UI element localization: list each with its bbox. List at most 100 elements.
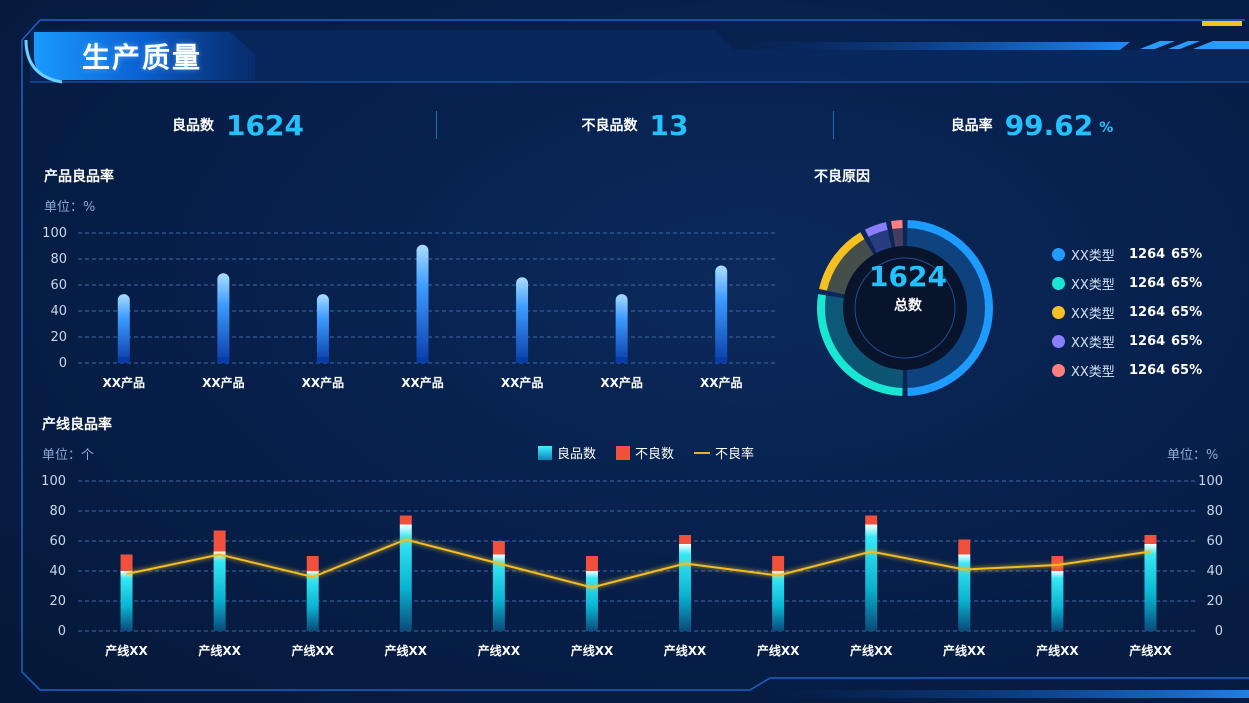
- bar: [217, 273, 230, 363]
- defect-legend-item[interactable]: XX类型 1264 65%: [1052, 356, 1202, 385]
- bar: [615, 294, 628, 363]
- legend-count: 1264: [1129, 334, 1166, 349]
- bar-defect: [492, 541, 505, 555]
- y2-tick-label: 40: [1206, 564, 1223, 579]
- bar-defect: [679, 535, 692, 544]
- x-tick-label: 产线XX: [571, 643, 614, 658]
- y-tick-label: 40: [50, 304, 67, 319]
- bar-defect: [865, 515, 878, 525]
- legend-item-defect[interactable]: 不良数: [616, 443, 674, 462]
- legend-swatch: [538, 445, 552, 460]
- kpi-value: 99.62: [1004, 108, 1094, 142]
- legend-name: XX类型: [1071, 365, 1115, 380]
- bar-base: [615, 357, 628, 363]
- kpi-unit: %: [1099, 120, 1114, 136]
- defect-legend-item[interactable]: XX类型 1264 65%: [1052, 298, 1202, 327]
- bar-defect: [306, 556, 319, 571]
- legend-count: 1264: [1129, 276, 1166, 291]
- legend-item-rate[interactable]: 不良率: [694, 443, 754, 462]
- line-rate-legend: 良品数 不良数 不良率: [538, 443, 754, 462]
- bar: [715, 265, 728, 363]
- line-rate-unit-left: 单位：个: [42, 448, 95, 463]
- legend-swatch: [616, 445, 631, 460]
- bar-defect: [958, 539, 971, 555]
- bar-base: [416, 357, 429, 363]
- donut-total: 1624: [869, 260, 947, 293]
- product-rate-chart: 0 20 40 60 80 100 XX产品 XX产品 XX产品 XX产品 XX产品 XX产品 XX产品: [42, 226, 775, 390]
- x-tick-label: 产线XX: [198, 643, 241, 658]
- y-tick-label: 100: [42, 226, 67, 241]
- page-title-tab: 生产质量: [36, 33, 236, 79]
- x-tick-label: 产线XX: [385, 643, 428, 658]
- legend-pct: 65%: [1171, 334, 1203, 349]
- bar-defect: [120, 554, 133, 571]
- y-tick-label: 20: [50, 330, 67, 345]
- defect-rate-line: [126, 538, 1151, 589]
- x-tick-label: 产线XX: [943, 643, 986, 658]
- x-tick-label: XX产品: [302, 375, 345, 390]
- bar-base: [516, 357, 529, 363]
- legend-swatch: [1052, 364, 1065, 377]
- x-tick-label: 产线XX: [291, 643, 334, 658]
- bar-base: [117, 357, 130, 363]
- y2-tick-label: 20: [1206, 594, 1223, 609]
- legend-label: 不良数: [635, 447, 675, 462]
- defect-legend-item[interactable]: XX类型 1264 65%: [1052, 240, 1202, 269]
- x-tick-label: 产线XX: [850, 643, 893, 658]
- legend-name: XX类型: [1071, 249, 1115, 264]
- legend-name: XX类型: [1071, 336, 1115, 351]
- legend-pct: 65%: [1171, 363, 1203, 378]
- kpi-defect-count: 不良品数 13: [437, 100, 833, 150]
- legend-count: 1264: [1129, 363, 1166, 378]
- bar-good: [306, 571, 319, 631]
- legend-label: 不良率: [715, 447, 755, 462]
- kpi-label: 良品数: [172, 118, 215, 134]
- bar: [316, 294, 329, 363]
- legend-pct: 65%: [1171, 247, 1203, 262]
- line-rate-chart: 0 0 20 20 40 40 60 60 80 80 100 100 产线XX 产线XX 产线XX 产线XX…: [41, 474, 1223, 658]
- defect-legend-item[interactable]: XX类型 1264 65%: [1052, 327, 1202, 356]
- x-tick-label: 产线XX: [105, 643, 148, 658]
- bar-good: [213, 551, 226, 631]
- defect-legend: XX类型 1264 65% XX类型 1264 65% XX类型 1264 65…: [1052, 240, 1202, 385]
- kpi-label: 良品率: [950, 118, 993, 134]
- bar: [416, 244, 429, 363]
- legend-name: XX类型: [1071, 307, 1115, 322]
- bar-defect: [1144, 535, 1157, 544]
- kpi-value: 1624: [226, 108, 304, 142]
- defect-legend-item[interactable]: XX类型 1264 65%: [1052, 269, 1202, 298]
- dashboard-stage: 生产质量 良品数 1624 不良品数 13 良品率 99.62 % 产品良品率 …: [0, 0, 1249, 703]
- bar-base: [217, 357, 230, 363]
- legend-item-good[interactable]: 良品数: [538, 443, 596, 462]
- bar-good: [120, 571, 133, 631]
- y-tick-label: 0: [58, 624, 66, 639]
- line-rate-unit-right: 单位：%: [1167, 448, 1219, 463]
- bar-good: [772, 571, 785, 631]
- legend-swatch: [694, 451, 711, 454]
- kpi-good-count: 良品数 1624: [40, 100, 436, 150]
- y-tick-label: 60: [50, 278, 67, 293]
- bar-base: [715, 357, 728, 363]
- legend-label: 良品数: [557, 447, 597, 462]
- x-tick-label: 产线XX: [1036, 643, 1079, 658]
- legend-swatch: [1052, 277, 1065, 290]
- y-tick-label: 20: [49, 594, 66, 609]
- line-rate-title: 产线良品率: [42, 417, 112, 433]
- product-rate-unit: 单位：%: [44, 200, 96, 215]
- y-tick-label: 60: [49, 534, 66, 549]
- legend-name: XX类型: [1071, 278, 1115, 293]
- x-tick-label: 产线XX: [478, 643, 521, 658]
- bar-good: [492, 554, 505, 631]
- donut-slice: [891, 220, 903, 230]
- kpi-value: 13: [649, 108, 689, 142]
- x-tick-label: XX产品: [501, 375, 544, 390]
- bar: [117, 294, 130, 363]
- legend-swatch: [1052, 248, 1065, 261]
- donut-total-label: 总数: [894, 298, 922, 314]
- bar-defect: [772, 556, 785, 571]
- legend-count: 1264: [1129, 305, 1166, 320]
- page-title: 生产质量: [82, 41, 203, 74]
- y2-tick-label: 0: [1215, 624, 1223, 639]
- defect-donut: 1624 总数: [808, 203, 1008, 413]
- bar-good: [865, 524, 878, 631]
